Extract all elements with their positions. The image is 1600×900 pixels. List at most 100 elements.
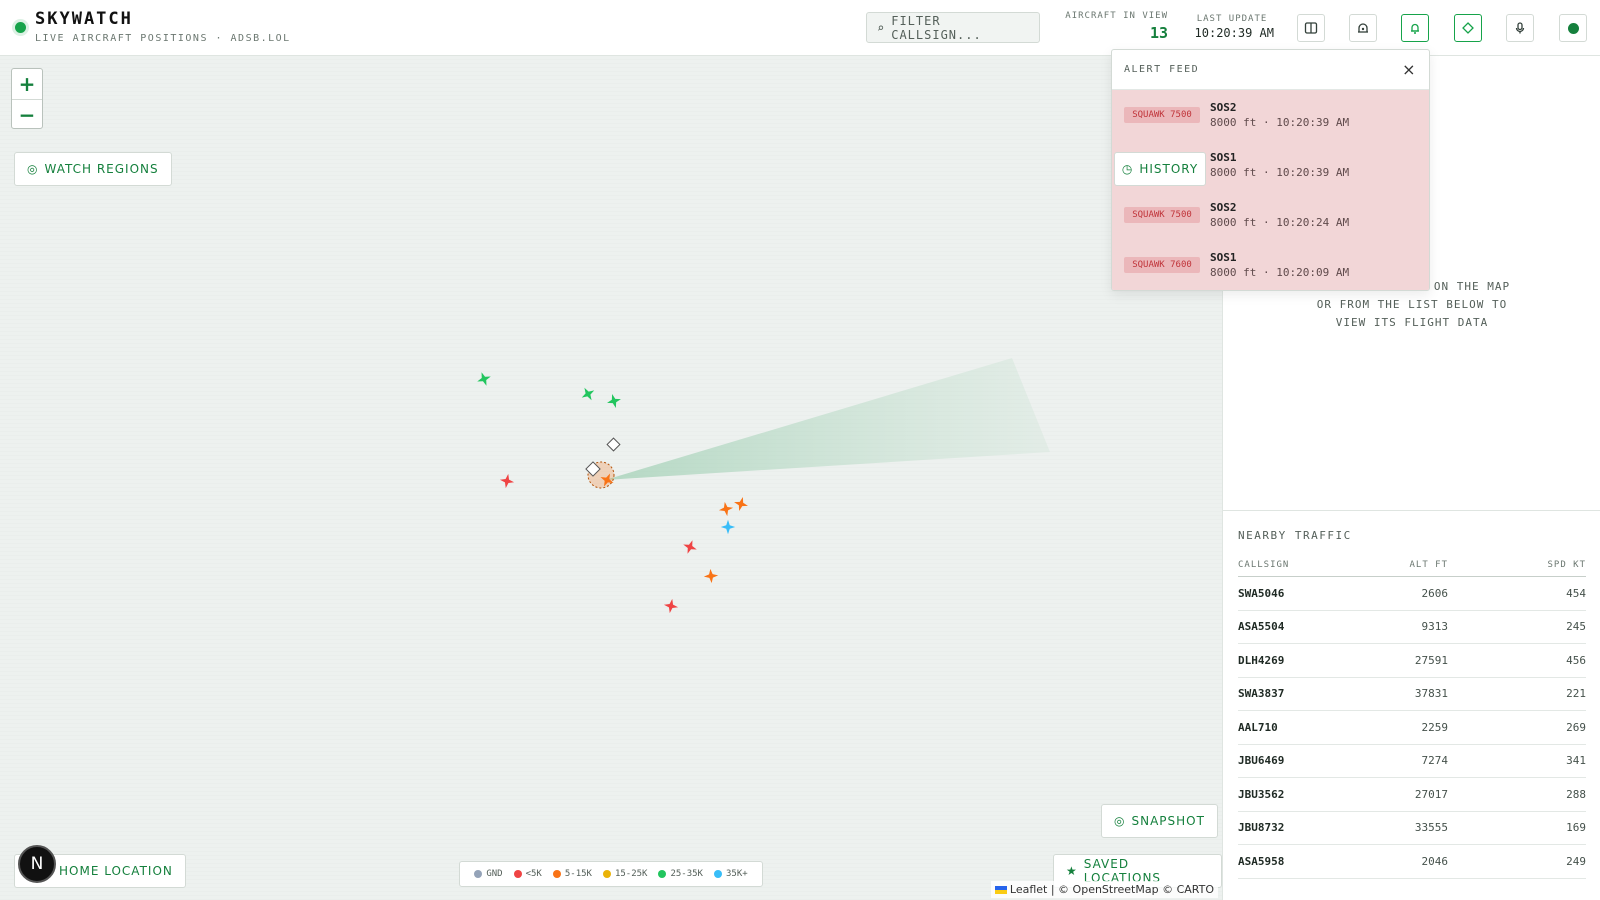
map-canvas[interactable]: + − ◎ WATCH REGIONS ◎ SNAPSHOT HOME LOCA… (0, 56, 1222, 900)
aircraft-marker[interactable] (703, 568, 719, 584)
altitude-legend: GND <5K 5-15K 15-25K 25-35K 35K+ (459, 861, 763, 887)
aircraft-marker[interactable] (662, 597, 680, 615)
alert-meta: 8000 ft · 10:20:09 AM (1210, 266, 1350, 279)
alert-meta: 8000 ft · 10:20:39 AM (1210, 116, 1350, 129)
aircraft-marker[interactable] (474, 369, 494, 389)
legend-item: 5-15K (552, 869, 592, 879)
alert-callsign: SOS1 (1210, 251, 1237, 264)
table-row[interactable]: JBU6469 7274 341 (1238, 745, 1586, 778)
last-update-time: 10:20:39 AM (1194, 26, 1274, 40)
cell-speed: 456 (1566, 653, 1586, 667)
cell-altitude: 37831 (1414, 687, 1448, 701)
map-attribution: Leaflet | © OpenStreetMap © CARTO (990, 881, 1218, 898)
legend-item: <5K (513, 869, 542, 879)
squawk-badge: SQUAWK 7500 (1124, 207, 1200, 223)
alert-callsign: SOS1 (1210, 151, 1237, 164)
aircraft-marker[interactable] (680, 537, 700, 557)
alert-meta: 8000 ft · 10:20:24 AM (1210, 216, 1350, 229)
aircraft-marker[interactable] (717, 500, 735, 518)
cell-altitude: 2259 (1421, 720, 1449, 734)
status-dot-icon (1567, 22, 1579, 34)
history-button[interactable]: ◷ HISTORY (1114, 152, 1206, 186)
legend-dot-icon (513, 870, 522, 878)
nearby-traffic-title: NEARBY TRAFFIC (1238, 529, 1352, 542)
legend-item: 25-35K (658, 869, 703, 879)
table-row[interactable]: ASA5958 2046 249 (1238, 845, 1586, 879)
diamond-icon (1462, 22, 1474, 34)
panel-icon (1304, 22, 1318, 34)
cell-speed: 454 (1566, 586, 1586, 600)
alert-callsign: SOS2 (1210, 201, 1237, 214)
aircraft-layer (474, 358, 1050, 615)
search-icon: ⌕ (877, 20, 886, 35)
live-status-dot (15, 22, 26, 33)
cell-callsign: JBU3562 (1238, 787, 1285, 801)
col-speed: SPD KT (1547, 559, 1586, 570)
radar-button[interactable] (1349, 14, 1377, 42)
close-icon[interactable]: × (1402, 60, 1417, 79)
table-row[interactable]: DLH4269 27591 456 (1238, 644, 1586, 678)
cell-callsign: SWA5046 (1238, 586, 1285, 600)
legend-dot-icon (658, 870, 667, 878)
aircraft-marker[interactable] (605, 392, 623, 410)
region-diamond-icon (606, 437, 621, 452)
table-row[interactable]: SWA5046 2606 454 (1238, 577, 1586, 611)
alert-body: SOS1 8000 ft · 10:20:39 AM (1210, 151, 1349, 179)
panel-divider (1223, 510, 1600, 511)
legend-item: 35K+ (713, 869, 748, 879)
nearby-traffic-table: CALLSIGN ALT FT SPD KT SWA5046 2606 454 ASA… (1238, 553, 1586, 879)
alert-feed-header: ALERT FEED × (1112, 50, 1429, 90)
app-subtitle: LIVE AIRCRAFT POSITIONS · ADSB.LOL (35, 33, 291, 44)
cell-callsign: JBU6469 (1238, 754, 1285, 768)
legend-label: 5-15K (564, 869, 592, 879)
alert-item[interactable]: SQUAWK 7600 SOS1 8000 ft · 10:20:09 AM (1112, 240, 1429, 290)
alert-item[interactable]: SQUAWK 7500 SOS2 8000 ft · 10:20:24 AM (1112, 190, 1429, 240)
aircraft-marker[interactable] (578, 384, 598, 404)
alert-callsign: SOS2 (1210, 101, 1237, 114)
table-row[interactable]: AAL710 2259 269 (1238, 711, 1586, 745)
attribution-text: Leaflet | © OpenStreetMap © CARTO (1009, 883, 1214, 896)
legend-label: 25-35K (670, 869, 703, 879)
ukraine-flag-icon (994, 886, 1007, 894)
table-row[interactable]: SWA3837 37831 221 (1238, 678, 1586, 711)
app-header: SKYWATCH LIVE AIRCRAFT POSITIONS · ADSB.… (0, 0, 1600, 56)
snapshot-label: SNAPSHOT (1131, 814, 1205, 828)
cell-speed: 221 (1566, 687, 1586, 701)
table-row[interactable]: JBU3562 27017 288 (1238, 778, 1586, 812)
cell-altitude: 9313 (1421, 620, 1449, 634)
app-title: SKYWATCH (35, 9, 133, 29)
cell-speed: 288 (1566, 787, 1586, 801)
home-location-label: HOME LOCATION (59, 864, 173, 878)
squawk-badge: SQUAWK 7600 (1124, 257, 1200, 273)
legend-item: 15-25K (602, 869, 648, 879)
legend-label: 15-25K (614, 869, 648, 879)
alert-body: SOS2 8000 ft · 10:20:24 AM (1210, 201, 1349, 229)
cell-callsign: AAL710 (1238, 720, 1278, 734)
aircraft-marker[interactable] (732, 495, 750, 513)
user-avatar[interactable]: N (18, 845, 56, 883)
aircraft-marker[interactable] (720, 519, 736, 535)
cell-callsign: ASA5504 (1238, 620, 1285, 634)
voice-button[interactable] (1506, 14, 1534, 42)
table-row[interactable]: JBU8732 33555 169 (1238, 812, 1586, 845)
alerts-button[interactable] (1401, 14, 1429, 42)
legend-item: GND (474, 869, 503, 879)
cell-altitude: 2046 (1421, 854, 1449, 868)
aircraft-marker[interactable] (498, 472, 516, 490)
mic-icon (1515, 22, 1525, 34)
snapshot-button[interactable]: ◎ SNAPSHOT (1101, 804, 1218, 838)
aircraft-count: 13 (1149, 24, 1168, 42)
watch-button[interactable] (1454, 14, 1482, 42)
legend-dot-icon (552, 870, 561, 878)
connection-status-button[interactable] (1559, 14, 1587, 42)
alert-body: SOS1 8000 ft · 10:20:09 AM (1210, 251, 1349, 279)
hint-line-3: VIEW ITS FLIGHT DATA (1335, 316, 1489, 329)
table-row[interactable]: ASA5504 9313 245 (1238, 611, 1586, 644)
filter-callsign-input[interactable]: ⌕ FILTER CALLSIGN... (866, 12, 1040, 43)
panel-toggle-button[interactable] (1297, 14, 1325, 42)
legend-dot-icon (602, 870, 611, 878)
filter-placeholder: FILTER CALLSIGN... (891, 13, 982, 42)
cell-callsign: SWA3837 (1238, 687, 1285, 701)
cell-speed: 249 (1566, 854, 1586, 868)
alert-item[interactable]: SQUAWK 7500 SOS2 8000 ft · 10:20:39 AM (1112, 90, 1429, 140)
